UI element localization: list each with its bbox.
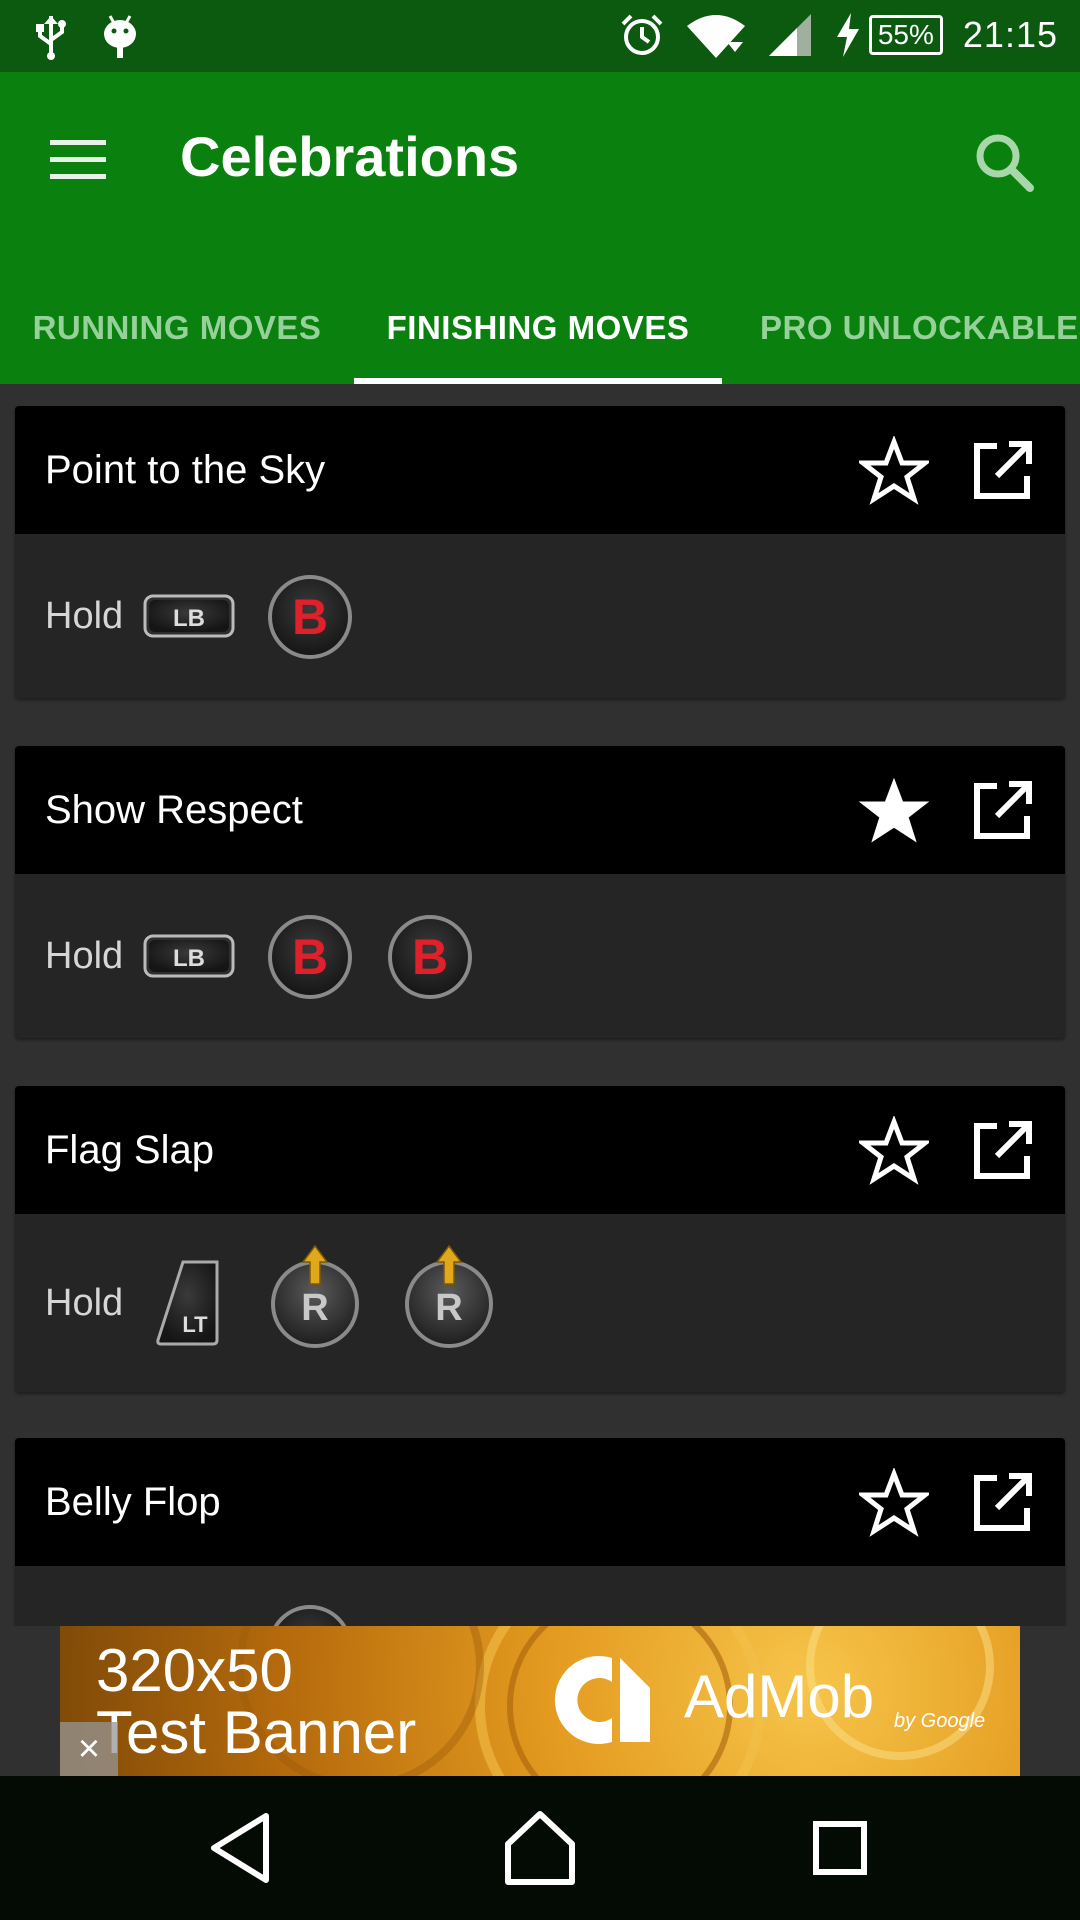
move-card: Belly Flop	[15, 1438, 1065, 1626]
move-title: Flag Slap	[45, 1128, 214, 1172]
tab-bar: RUNNING MOVES FINISHING MOVES PRO UNLOCK…	[0, 272, 1080, 384]
ad-close-button[interactable]: ×	[60, 1722, 118, 1776]
star-outline-icon[interactable]	[859, 436, 929, 506]
ad-by-google: by Google	[894, 1710, 986, 1732]
move-title: Show Respect	[45, 788, 303, 832]
charging-icon	[836, 13, 859, 57]
lt-trigger-icon: LT	[156, 1260, 219, 1346]
menu-icon-bar	[50, 174, 106, 179]
r-glyph: R	[435, 1287, 462, 1329]
move-inputs	[15, 1566, 1065, 1626]
move-card-header: Show Respect	[15, 746, 1065, 874]
open-external-icon[interactable]	[967, 1468, 1037, 1538]
signal-icon	[768, 14, 811, 56]
b-button-icon: B	[388, 915, 472, 999]
open-external-icon[interactable]	[967, 436, 1037, 506]
status-bar: 55% 21:15	[0, 0, 1080, 72]
open-external-icon[interactable]	[967, 776, 1037, 846]
tab-finishing-moves[interactable]: FINISHING MOVES	[354, 272, 722, 384]
move-title: Belly Flop	[45, 1480, 221, 1524]
move-title: Point to the Sky	[45, 448, 326, 492]
moves-list: Point to the Sky Hold LB B Show Respect …	[0, 384, 1080, 1626]
tab-running-moves[interactable]: RUNNING MOVES	[0, 272, 354, 384]
move-card: Point to the Sky Hold LB B	[15, 406, 1065, 698]
tab-pro-unlockables[interactable]: PRO UNLOCKABLES	[722, 272, 1080, 384]
ad-brand: AdMob	[684, 1663, 875, 1730]
star-outline-icon[interactable]	[859, 1116, 929, 1186]
move-card-header: Belly Flop	[15, 1438, 1065, 1566]
ad-line-1: 320x50	[96, 1637, 293, 1704]
open-external-icon[interactable]	[967, 1116, 1037, 1186]
hold-label: Hold	[45, 935, 124, 977]
b-button-icon: B	[268, 575, 352, 659]
home-icon[interactable]	[496, 1804, 584, 1892]
menu-icon-bar	[50, 157, 106, 162]
alarm-icon	[621, 14, 663, 55]
back-icon[interactable]	[200, 1804, 288, 1892]
lb-button-icon: LB	[143, 594, 235, 638]
hold-label: Hold	[45, 1282, 124, 1324]
star-outline-icon[interactable]	[859, 1468, 929, 1538]
r-glyph: R	[301, 1287, 328, 1329]
move-card: Flag Slap Hold LT R R	[15, 1086, 1065, 1392]
usb-icon	[36, 16, 66, 60]
lb-glyph: LB	[173, 605, 205, 632]
menu-button[interactable]	[50, 132, 120, 202]
wifi-icon	[686, 15, 745, 58]
search-icon	[976, 134, 1034, 192]
move-card-header: Point to the Sky	[15, 406, 1065, 534]
move-inputs: Hold LT R R	[15, 1214, 1065, 1392]
page-title: Celebrations	[180, 125, 520, 188]
b-glyph: B	[292, 929, 328, 985]
recents-icon[interactable]	[796, 1804, 884, 1892]
right-stick-up-icon: R	[405, 1244, 493, 1348]
b-glyph: B	[292, 589, 328, 645]
move-inputs: Hold LB B	[15, 534, 1065, 698]
clock: 21:15	[962, 14, 1058, 55]
right-stick-up-icon: R	[271, 1244, 359, 1348]
battery-percent: 55%	[868, 15, 943, 55]
search-button[interactable]	[970, 128, 1040, 198]
b-glyph: B	[412, 929, 448, 985]
menu-icon-bar	[50, 140, 106, 145]
move-inputs: Hold LB B B	[15, 874, 1065, 1038]
b-button-icon: B	[268, 915, 352, 999]
battery-indicator: 55%	[835, 13, 943, 57]
lt-glyph: LT	[182, 1312, 208, 1337]
star-filled-icon[interactable]	[859, 776, 929, 846]
ad-headline: 320x50 Test Banner	[96, 1640, 416, 1764]
b-button-icon	[273, 1605, 347, 1626]
move-card-header: Flag Slap	[15, 1086, 1065, 1214]
hold-label: Hold	[45, 595, 124, 637]
ad-line-2: Test Banner	[96, 1699, 417, 1766]
android-icon	[104, 15, 136, 58]
navigation-bar	[0, 1776, 1080, 1920]
lb-glyph: LB	[173, 945, 205, 972]
lb-button-icon: LB	[143, 934, 235, 978]
app-bar: Celebrations RUNNING MOVES FINISHING MOV…	[0, 72, 1080, 384]
ad-banner[interactable]: 320x50 Test Banner AdMob by Google ×	[60, 1626, 1020, 1776]
admob-logo-icon	[554, 1656, 650, 1744]
move-card: Show Respect Hold LB B B	[15, 746, 1065, 1038]
